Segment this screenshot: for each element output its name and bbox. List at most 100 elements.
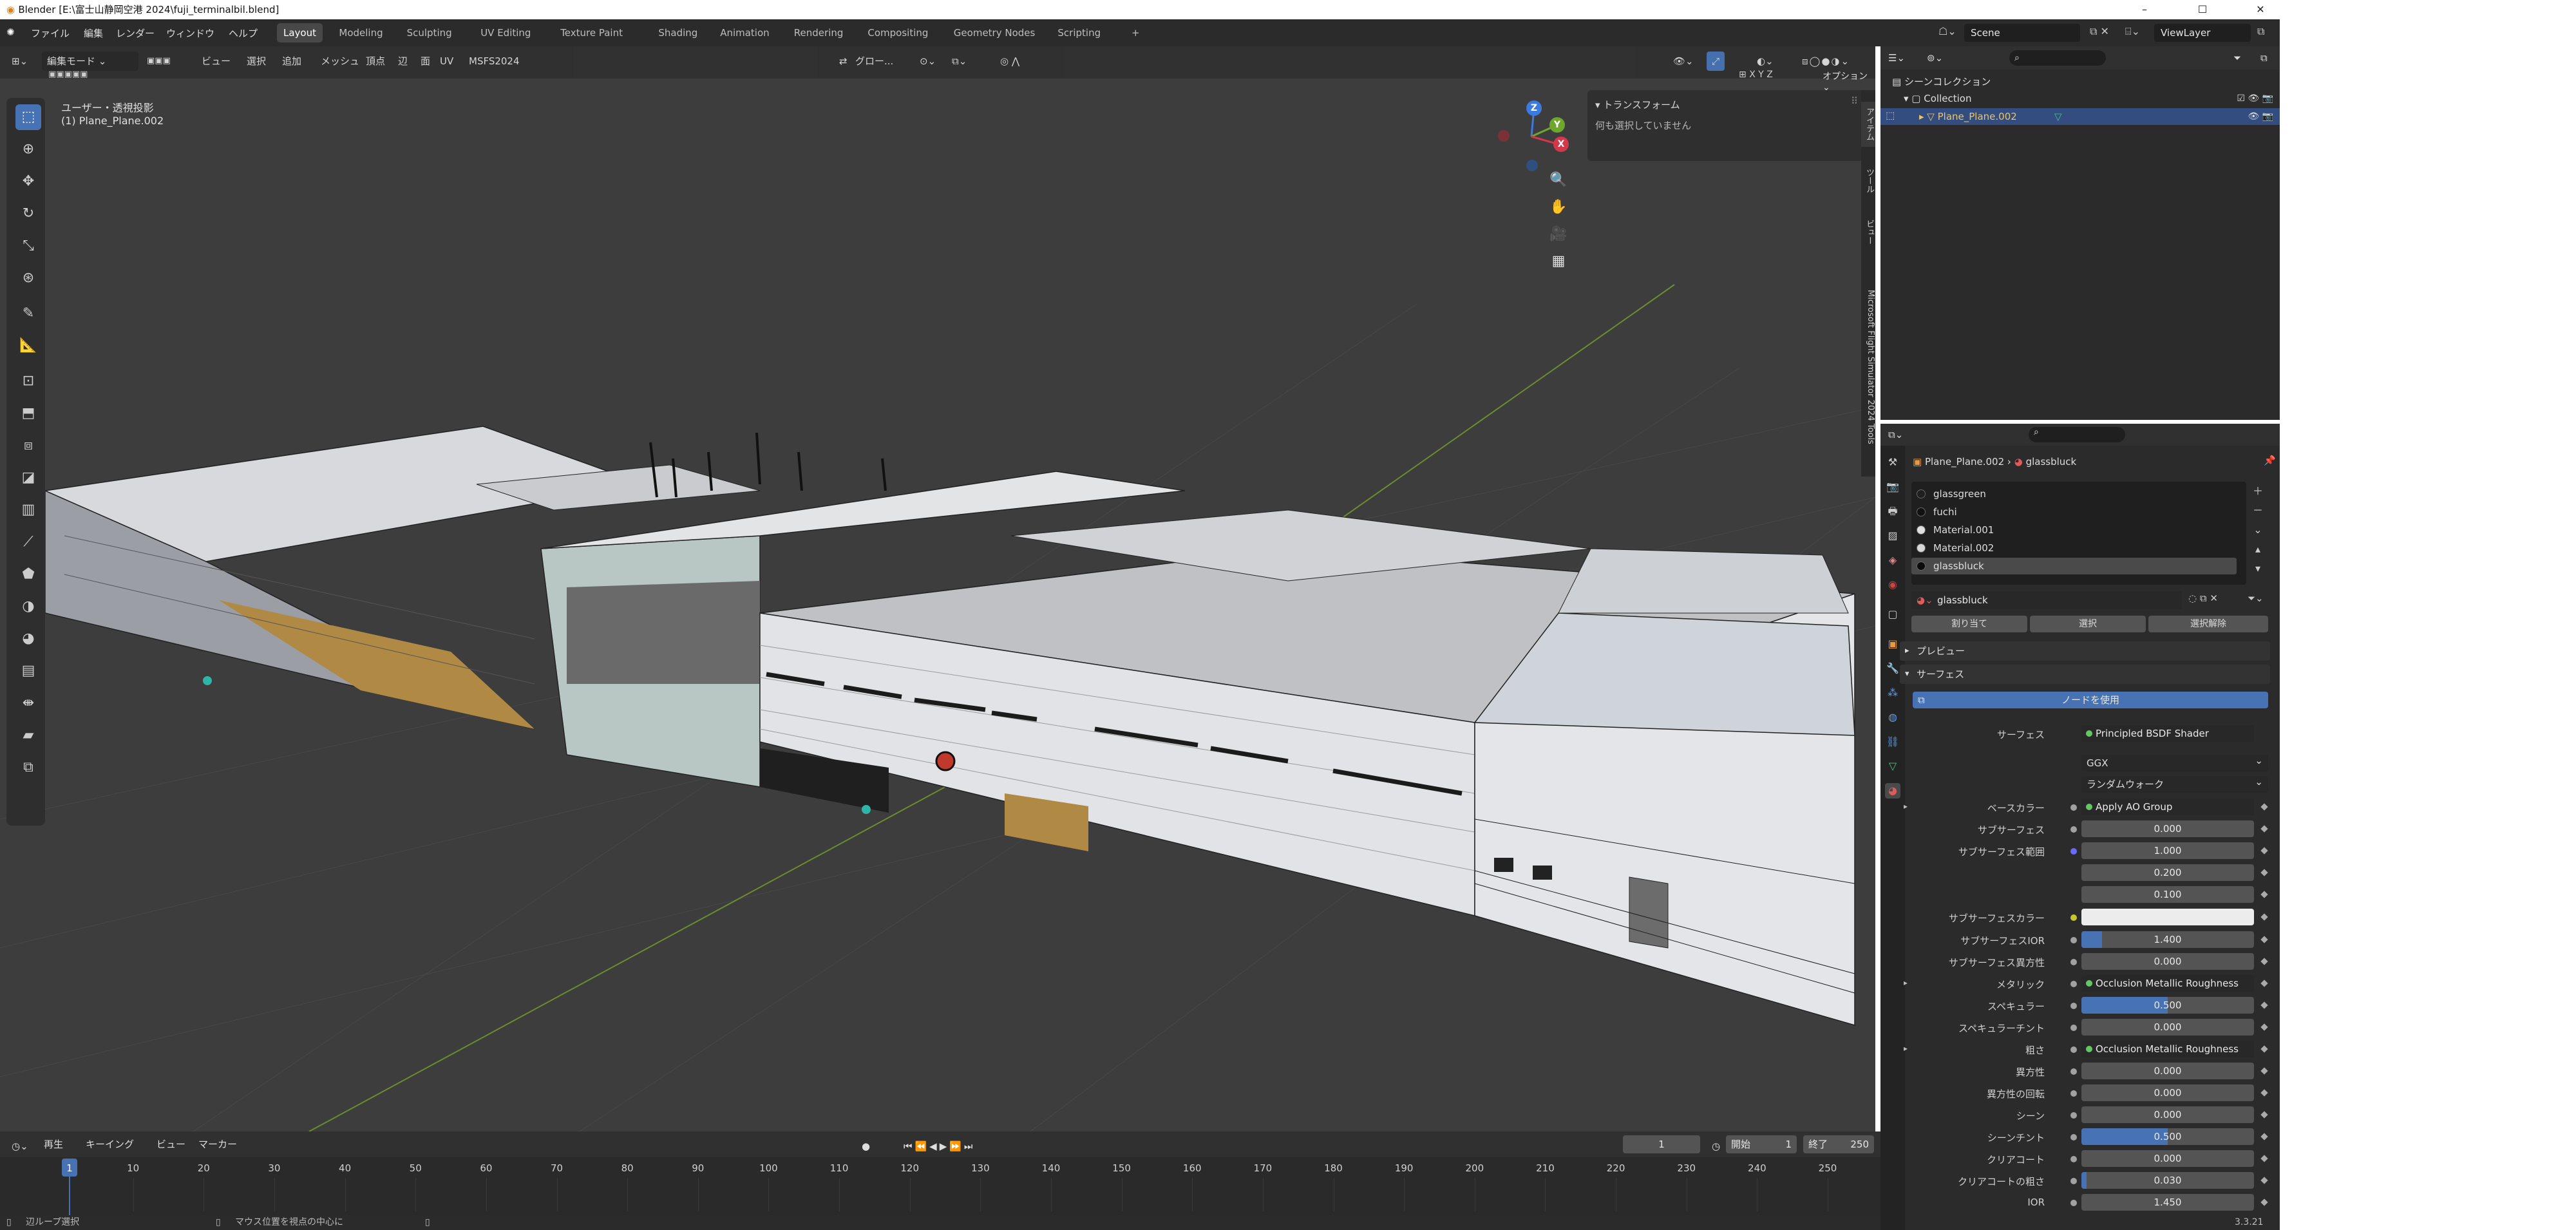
shader-input-field[interactable]: 0.000 [2081,1106,2254,1123]
menu-help[interactable]: ヘルプ [229,26,258,40]
socket-icon[interactable] [2070,1090,2077,1097]
shading-modes-icon[interactable]: ⧈◯●◑⌄ [1797,52,1855,71]
material-slot[interactable]: glassbluck [1911,558,2237,574]
smooth-tool-icon[interactable]: ◕ [15,626,41,652]
workspace-tab-rendering[interactable]: Rendering [788,23,850,43]
shader-input-field[interactable]: Apply AO Group [2081,799,2254,815]
perspective-grid-icon[interactable]: ▦ [1546,249,1571,274]
outliner-object-row[interactable]: ▸ ▽ Plane_Plane.002 ▽ 👁 📷 [1880,108,2280,125]
distribution-dropdown[interactable]: GGX [2081,752,2268,771]
new-collection-icon[interactable]: ⧉ [2255,48,2273,68]
menu-render[interactable]: レンダー [116,26,155,40]
socket-icon[interactable] [2070,826,2077,833]
socket-icon[interactable] [2070,1200,2077,1206]
end-frame-field[interactable]: 終了 250 [1803,1135,1874,1153]
tab-msfs-tools[interactable]: Microsoft Flight Simulator 2024 Tools [1861,264,1875,470]
preview-section[interactable]: プレビュー [1900,641,2270,661]
shader-input-field[interactable]: 0.500 [2081,1128,2254,1145]
shader-input-field[interactable]: 0.200 [2081,864,2254,881]
keyframe-icon[interactable] [2260,1198,2268,1206]
surface-shader-field[interactable]: Principled BSDF Shader [2081,725,2254,742]
shader-input-field[interactable]: 0.000 [2081,1019,2254,1036]
socket-icon[interactable] [2070,1112,2077,1119]
pivot-icon[interactable]: ⊙⌄ [914,52,941,71]
material-browse-icon[interactable]: ◕⌄ [1917,591,1933,609]
menu-window[interactable]: ウィンドウ [166,26,214,40]
workspace-tab-compositing[interactable]: Compositing [861,23,934,43]
socket-icon[interactable] [2070,1025,2077,1031]
shader-input-field[interactable]: 0.100 [2081,886,2254,903]
3d-viewport[interactable]: ⊞⌄ 編集モード ⌄ ▣▣▣ ビュー 選択 追加 メッシュ 頂点辺面 UV MSFS2024… [0,46,1875,1131]
view-layer-field[interactable]: ViewLayer [2154,24,2251,42]
keyframe-icon[interactable] [2260,1045,2268,1053]
keyframe-icon[interactable] [2260,1155,2268,1162]
axis-z-toggle[interactable]: Z [1766,70,1773,80]
viewport-menu-0[interactable]: ビュー [196,52,236,71]
keyframe-icon[interactable] [2260,958,2268,965]
outliner-collection[interactable]: ▾ ▢ Collection ☑ 👁 📷 [1880,90,2280,107]
viewport-menu-4[interactable]: 頂点 [361,52,390,71]
panel-drag-handle-icon[interactable]: ⠿ [1851,95,1858,107]
keyframe-icon[interactable] [2260,891,2268,898]
overlay-icon[interactable]: ◐⌄ [1752,52,1779,71]
use-nodes-button[interactable]: ⧉ ノードを使用 [1913,692,2268,708]
viewport-menu-6[interactable]: 面 [415,52,435,71]
shrink-tool-icon[interactable]: ⇼ [15,690,41,716]
scene-tab-icon[interactable]: ◈ [1885,553,1900,568]
zoom-icon[interactable]: 🔍 [1546,167,1571,193]
menu-file[interactable]: ファイル [31,26,70,40]
view-layer-icon[interactable]: ⌸⌄ [2125,25,2140,38]
socket-icon[interactable] [2070,1068,2077,1075]
shader-input-field[interactable]: 0.000 [2081,953,2254,970]
shear-tool-icon[interactable]: ▰ [15,723,41,748]
annotate-tool-icon[interactable]: ✎ [15,301,41,326]
workspace-tab-add[interactable]: + [1125,23,1146,43]
pan-hand-icon[interactable]: ✋ [1546,194,1571,220]
outliner-editor[interactable]: ☰⌄ ⊚⌄ ⌕ ⏷ ⧉ ▤ シーンコレクション ▾ ▢ Collection ☑… [1880,46,2280,420]
keyframe-icon[interactable] [2260,1111,2268,1119]
constraints-tab-icon[interactable]: ⛓ [1885,734,1900,750]
preview-range-icon[interactable]: ◷ [1707,1137,1725,1156]
playback-controls-icon[interactable]: ⏮⏪◀▶⏩⏭ [898,1137,980,1156]
transform-tool-icon[interactable]: ⊛ [15,265,41,291]
collection-visibility-icons[interactable]: ☑ 👁 📷 [2237,90,2273,107]
timeline-menu-1[interactable]: キーイング [80,1135,139,1154]
material-slot[interactable]: glassgreen [1911,486,2237,502]
shader-input-field[interactable]: 1.400 [2081,931,2254,948]
scale-tool-icon[interactable]: ⤡ [15,233,41,259]
edge-slide-tool-icon[interactable]: ▤ [15,658,41,684]
measure-tool-icon[interactable]: 📐 [15,333,41,359]
material-slot[interactable]: fuchi [1911,504,2237,520]
workspace-tab-shading[interactable]: Shading [652,23,704,43]
socket-icon[interactable] [2070,1156,2077,1162]
blender-menu-icon[interactable]: ✺ [6,26,15,38]
socket-icon[interactable] [2070,848,2077,855]
workspace-tab-geometry-nodes[interactable]: Geometry Nodes [947,23,1042,43]
world-tab-icon[interactable]: ◉ [1885,577,1900,592]
properties-editor-icon[interactable]: ⧉⌄ [1883,425,1908,444]
gizmo-toggle-icon[interactable]: ⤢ [1707,52,1725,71]
gizmo-x-axis[interactable]: X [1553,137,1569,152]
material-slot[interactable]: Material.001 [1911,522,2237,538]
tool-tab-icon[interactable]: ⚒ [1885,455,1900,470]
timeline-menu-3[interactable]: マーカー [193,1135,242,1154]
properties-editor[interactable]: ⧉⌄ ⌕ ⚒ 📷 🖶 ▨ ◈ ◉ ▢ ▣ 🔧 ⁂ ◍ ⛓ ▽ ◕ ▣ Plane… [1880,424,2280,1230]
properties-search-input[interactable]: ⌕ [2029,427,2125,442]
workspace-tab-scripting[interactable]: Scripting [1051,23,1107,43]
subsurface-method-dropdown[interactable]: ランダムウォーク [2081,773,2268,793]
socket-icon[interactable] [2070,1003,2077,1009]
inset-tool-icon[interactable]: ⧈ [15,433,41,459]
extrude-tool-icon[interactable]: ⬒ [15,401,41,426]
shader-input-field[interactable]: 0.500 [2081,997,2254,1014]
shader-input-field[interactable]: 1.450 [2081,1194,2254,1211]
filter-icon[interactable]: ⏷ [2228,48,2246,68]
material-link-icon[interactable]: ⏷⌄ [2248,592,2264,604]
snap-icon[interactable]: ⧉⌄ [947,52,972,71]
gizmo-y-axis[interactable]: Y [1549,117,1565,133]
workspace-tab-layout[interactable]: Layout [277,23,323,43]
socket-icon[interactable] [2070,914,2077,921]
object-visibility-icons[interactable]: 👁 📷 [2248,108,2273,125]
workspace-tab-sculpting[interactable]: Sculpting [401,23,459,43]
keyframe-icon[interactable] [2260,1023,2268,1031]
knife-tool-icon[interactable]: ⟋ [15,529,41,555]
